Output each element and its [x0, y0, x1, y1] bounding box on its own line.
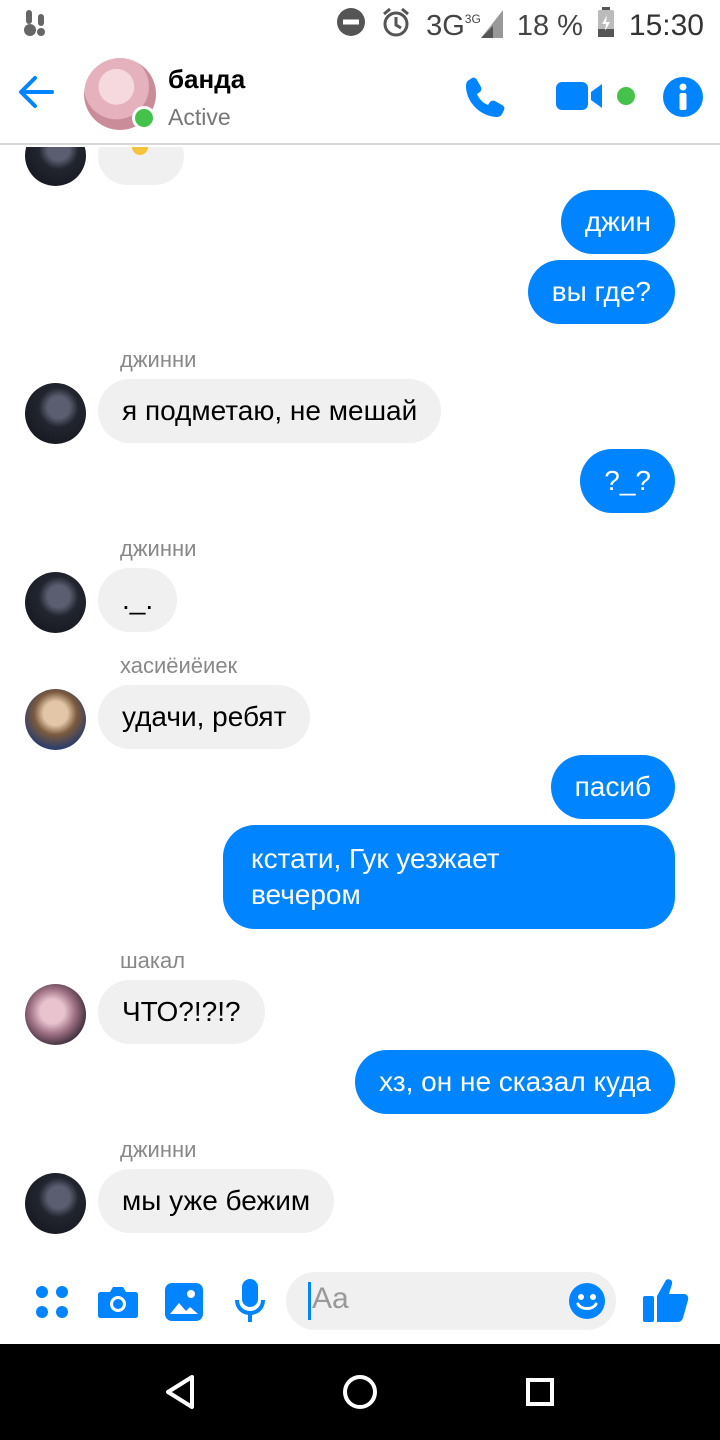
- conversation-status: Active: [168, 104, 231, 130]
- network-sup: 3G: [464, 11, 481, 26]
- nav-back-icon: [166, 1375, 194, 1409]
- video-active-dot: [617, 87, 635, 105]
- message-text-line: кстати, Гук уезжает: [251, 843, 500, 874]
- sender-name: джинни: [120, 347, 197, 372]
- message-bubble-outgoing[interactable]: джин: [560, 190, 675, 254]
- emoji-button[interactable]: [568, 1282, 606, 1325]
- avatar[interactable]: [25, 1173, 86, 1234]
- message-bubble-incoming[interactable]: я подметаю, не мешай: [98, 379, 442, 443]
- do-not-disturb-icon: [336, 7, 366, 45]
- message-bubble-outgoing[interactable]: кстати, Гук уезжает вечером: [223, 825, 675, 929]
- video-icon: [556, 82, 602, 110]
- clock: 15:30: [628, 9, 704, 42]
- phone-icon: [466, 77, 505, 117]
- avatar[interactable]: [25, 689, 86, 750]
- voice-message-button[interactable]: [234, 1278, 266, 1329]
- back-arrow-icon: [19, 76, 54, 108]
- message-bubble-outgoing[interactable]: пасиб: [550, 755, 675, 819]
- composer: Aa: [0, 1258, 720, 1344]
- system-nav-bar: [0, 1344, 720, 1440]
- message-bubble-outgoing[interactable]: ?_?: [580, 449, 675, 513]
- apps-button[interactable]: [34, 1284, 70, 1325]
- voice-call-button[interactable]: [462, 74, 508, 125]
- back-button[interactable]: [18, 75, 54, 114]
- message-bubble-partial[interactable]: [98, 147, 184, 185]
- message-text-line: вечером: [251, 879, 361, 910]
- message-bubble-incoming[interactable]: ._.: [98, 568, 178, 632]
- nav-home-button[interactable]: [342, 1374, 378, 1415]
- sender-name: джинни: [120, 536, 197, 561]
- message-bubble-incoming[interactable]: мы уже бежим: [98, 1169, 335, 1233]
- network-type: 3G: [426, 9, 465, 42]
- battery-percent: 18 %: [516, 9, 583, 42]
- gallery-icon: [165, 1283, 203, 1321]
- nav-recents-icon: [526, 1378, 554, 1406]
- info-button[interactable]: [662, 76, 704, 123]
- conversation-title[interactable]: банда: [168, 64, 245, 95]
- sender-name: шакал: [120, 948, 186, 973]
- avatar[interactable]: [25, 383, 86, 444]
- signal-icon: [480, 9, 503, 38]
- sender-name: хасиёиёиек: [120, 653, 238, 678]
- message-input[interactable]: Aa: [286, 1272, 616, 1330]
- emoji-partial: [132, 147, 148, 155]
- sender-name: джинни: [120, 1137, 197, 1162]
- nav-recents-button[interactable]: [526, 1378, 554, 1411]
- status-bar: 3G 3G 18 % 15:30: [0, 0, 720, 50]
- message-bubble-incoming[interactable]: ЧТО?!?!?: [98, 980, 265, 1044]
- emoji-icon: [569, 1283, 605, 1319]
- message-bubble-incoming[interactable]: удачи, ребят: [98, 685, 311, 749]
- thumbs-up-icon: [643, 1279, 689, 1322]
- camera-button[interactable]: [97, 1284, 139, 1325]
- message-bubble-outgoing[interactable]: вы где?: [527, 260, 675, 324]
- like-button[interactable]: [642, 1276, 690, 1329]
- microphone-icon: [235, 1279, 265, 1322]
- camera-icon: [98, 1287, 138, 1318]
- notification-icon: [22, 8, 50, 45]
- nav-home-icon: [343, 1375, 377, 1409]
- message-bubble-outgoing[interactable]: хз, он не сказал куда: [355, 1050, 675, 1114]
- gallery-button[interactable]: [164, 1282, 204, 1327]
- avatar[interactable]: [25, 984, 86, 1045]
- message-list[interactable]: джин вы где? джинни я подметаю, не мешай…: [0, 147, 720, 1257]
- info-icon: [663, 77, 703, 117]
- active-status-dot: [132, 106, 156, 130]
- chat-header: банда Active: [0, 50, 720, 145]
- battery-icon: [597, 7, 615, 45]
- video-call-button[interactable]: [556, 80, 606, 117]
- apps-icon: [36, 1286, 68, 1318]
- avatar[interactable]: [25, 147, 86, 186]
- alarm-icon: [380, 6, 412, 46]
- network-indicator: 3G 3G: [426, 9, 503, 43]
- message-input-placeholder: Aa: [312, 1282, 349, 1315]
- text-cursor: [308, 1282, 311, 1320]
- nav-back-button[interactable]: [164, 1374, 196, 1415]
- avatar[interactable]: [25, 572, 86, 633]
